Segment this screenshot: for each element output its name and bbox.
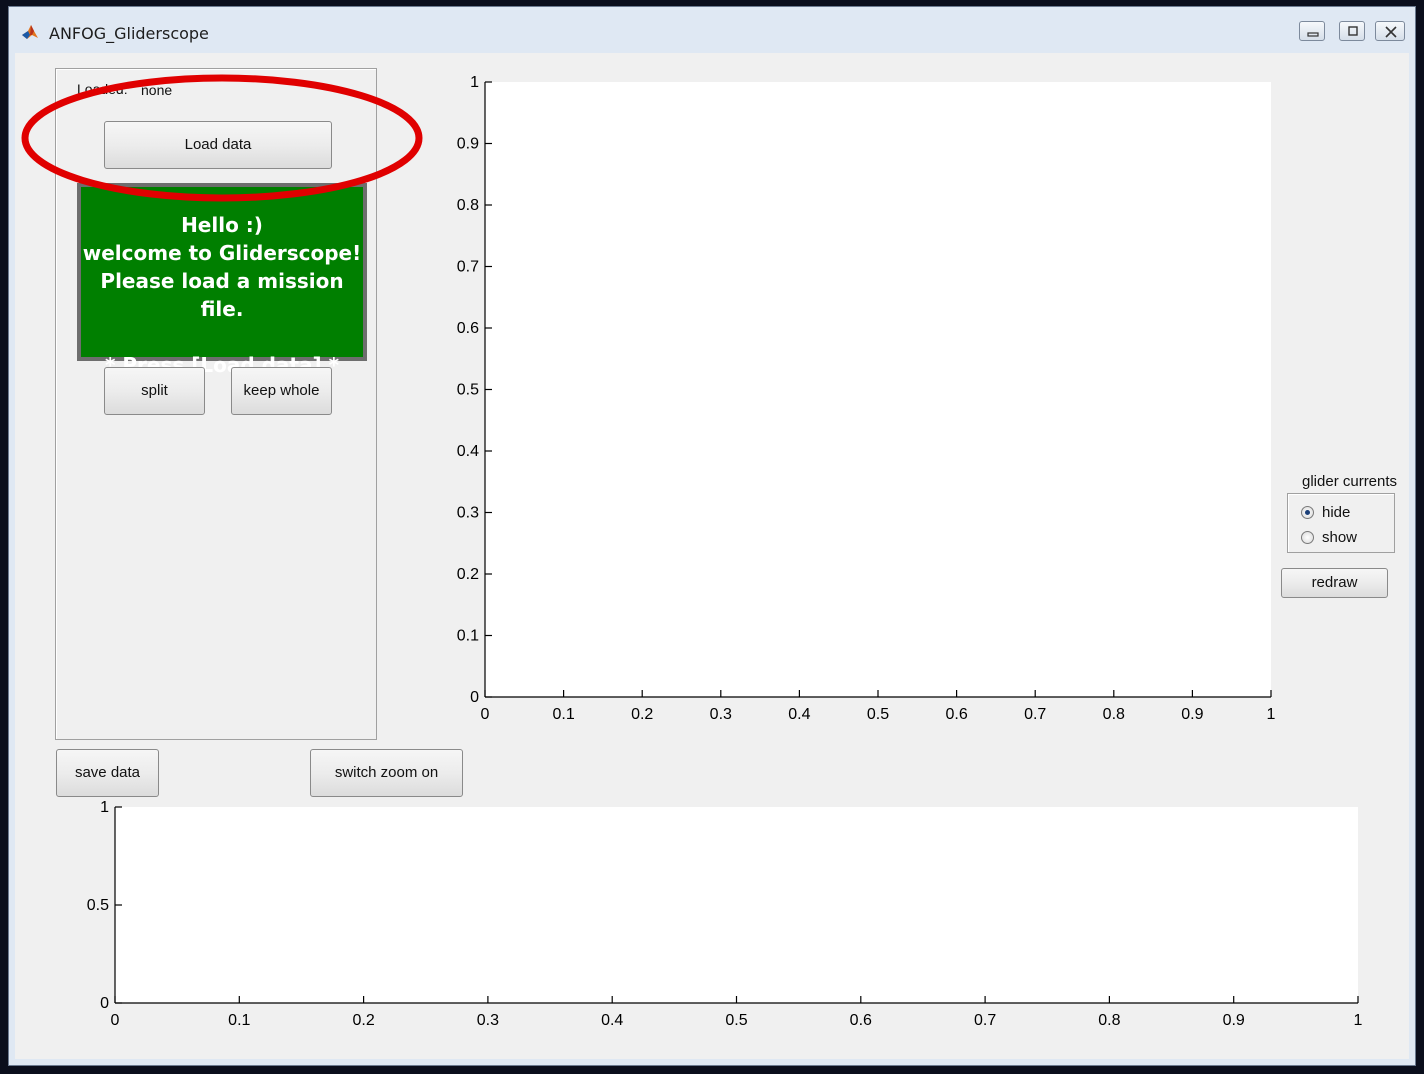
bottom-axes-x-tick-label: 0.3 xyxy=(477,1012,499,1029)
restore-button[interactable] xyxy=(1339,21,1365,41)
bottom-axes-x-tick-label: 0.5 xyxy=(725,1012,747,1029)
bottom-axes-x-tick-label: 0 xyxy=(111,1012,120,1029)
main-axes-y-tick-label: 1 xyxy=(470,74,479,91)
restore-icon xyxy=(1348,26,1358,36)
main-axes-x-tick-label: 0.2 xyxy=(631,706,653,723)
app-window: ANFOG_Gliderscope Loaded: none Load data… xyxy=(8,6,1416,1066)
window-title: ANFOG_Gliderscope xyxy=(49,24,209,43)
bottom-axes-x-tick-label: 0.7 xyxy=(974,1012,996,1029)
main-axes-y-tick-label: 0 xyxy=(470,689,479,706)
figure-client-area: Loaded: none Load data Hello :) welcome … xyxy=(15,53,1409,1059)
bottom-axes-y-tick-label: 0 xyxy=(100,995,109,1012)
main-axes-x-tick-label: 0.3 xyxy=(710,706,732,723)
bottom-axes-x-tick-label: 0.2 xyxy=(352,1012,374,1029)
bottom-axes-x-tick-label: 0.8 xyxy=(1098,1012,1120,1029)
bottom-axes-y-tick-label: 0.5 xyxy=(87,897,109,914)
main-axes-x-tick-label: 0.1 xyxy=(552,706,574,723)
bottom-axes-y-tick-label: 1 xyxy=(100,799,109,816)
main-axes-x-tick-label: 0.8 xyxy=(1103,706,1125,723)
main-axes-x-tick-label: 0.5 xyxy=(867,706,889,723)
main-axes-y-tick-label: 0.2 xyxy=(457,566,479,583)
main-axes-y-tick-label: 0.6 xyxy=(457,320,479,337)
main-axes-y-tick-label: 0.3 xyxy=(457,505,479,522)
matlab-logo-icon xyxy=(22,25,38,39)
main-axes-y-tick-label: 0.4 xyxy=(457,443,479,460)
main-axes-x-tick-label: 0.6 xyxy=(945,706,967,723)
main-axes-y-tick-label: 0.1 xyxy=(457,628,479,645)
main-axes-x-tick-label: 0.4 xyxy=(788,706,810,723)
minimize-icon xyxy=(1307,32,1319,37)
main-axes-x-tick-label: 0.7 xyxy=(1024,706,1046,723)
main-axes-y-tick-label: 0.8 xyxy=(457,197,479,214)
main-axes-x-tick-label: 0 xyxy=(481,706,490,723)
main-axes-y-tick-label: 0.5 xyxy=(457,382,479,399)
bottom-axes-x-tick-label: 0.6 xyxy=(850,1012,872,1029)
bottom-axes-x-tick-label: 0.9 xyxy=(1223,1012,1245,1029)
bottom-axes-x-tick-label: 0.1 xyxy=(228,1012,250,1029)
close-icon xyxy=(1385,26,1397,38)
main-axes-x-tick-label: 0.9 xyxy=(1181,706,1203,723)
bottom-axes-x-tick-label: 0.4 xyxy=(601,1012,623,1029)
main-axes-x-tick-label: 1 xyxy=(1267,706,1276,723)
bottom-axes-x-tick-label: 1 xyxy=(1354,1012,1363,1029)
title-bar[interactable]: ANFOG_Gliderscope xyxy=(9,7,1415,53)
main-axes-y-tick-label: 0.9 xyxy=(457,136,479,153)
annotation-ellipse xyxy=(21,74,423,202)
main-axes-y-tick-label: 0.7 xyxy=(457,259,479,276)
close-button[interactable] xyxy=(1375,21,1405,41)
minimize-button[interactable] xyxy=(1299,21,1325,41)
